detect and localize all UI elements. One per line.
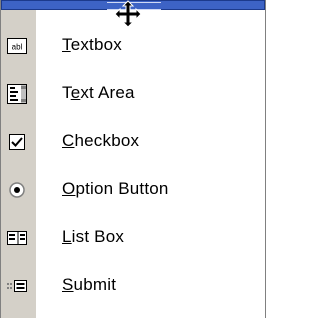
menu-title-bar[interactable] (1, 0, 265, 28)
menu-item-submit[interactable]: Submit (1, 262, 265, 310)
option-button-icon (9, 182, 25, 198)
menu-item-checkbox[interactable]: Checkbox (1, 118, 265, 166)
textbox-icon-text: abl (12, 43, 23, 52)
menu-item-textbox[interactable]: abl Textbox (1, 22, 265, 70)
menu-item-label: List Box (62, 227, 125, 246)
menu-item-label: Textbox (62, 35, 122, 54)
menu-item-option-button[interactable]: Option Button (1, 166, 265, 214)
menu-item-label: Checkbox (62, 131, 140, 150)
text-area-icon (7, 84, 27, 104)
menu-item-label: Submit (62, 275, 117, 294)
textbox-icon: abl (7, 38, 27, 54)
form-controls-menu: abl Textbox Text Area Checkbox Option Bu… (0, 0, 266, 318)
menu-item-label: Option Button (62, 179, 169, 198)
list-box-icon (7, 231, 27, 245)
submit-icon (7, 280, 27, 292)
menu-item-text-area[interactable]: Text Area (1, 70, 265, 118)
menu-item-label: Text Area (62, 83, 135, 102)
menu-item-list-box[interactable]: List Box (1, 214, 265, 262)
checkbox-icon (9, 134, 25, 150)
